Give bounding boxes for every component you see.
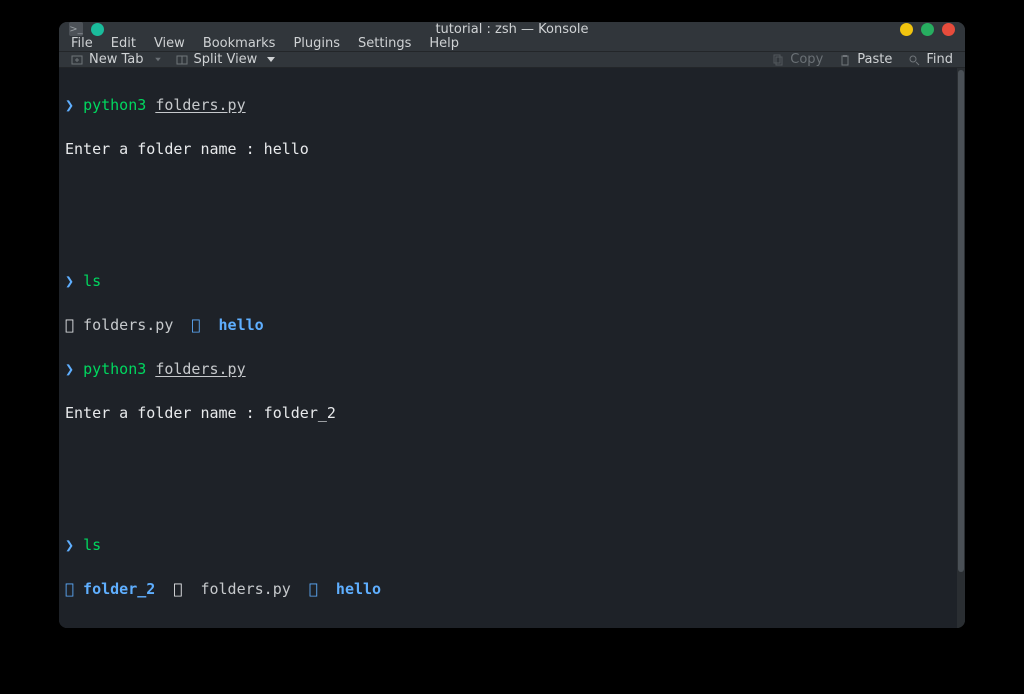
paste-icon bbox=[839, 54, 851, 66]
file-name: folders.py bbox=[191, 580, 299, 598]
minimize-button[interactable] bbox=[900, 23, 913, 36]
copy-label: Copy bbox=[790, 52, 823, 67]
window-title: tutorial : zsh — Konsole bbox=[59, 22, 965, 37]
dir-name: hello bbox=[327, 580, 381, 598]
menu-help[interactable]: Help bbox=[429, 36, 459, 51]
find-button[interactable]: Find bbox=[908, 52, 953, 67]
prompt-char: ❯ bbox=[65, 96, 74, 114]
paste-button[interactable]: Paste bbox=[839, 52, 892, 67]
scrollbar[interactable] bbox=[957, 68, 965, 628]
python-icon:  bbox=[164, 580, 191, 598]
menu-settings[interactable]: Settings bbox=[358, 36, 411, 51]
folder-icon:  bbox=[182, 316, 209, 334]
titlebar: >_ tutorial : zsh — Konsole bbox=[59, 22, 965, 36]
menu-file[interactable]: File bbox=[71, 36, 93, 51]
menu-view[interactable]: View bbox=[154, 36, 185, 51]
new-tab-icon bbox=[71, 54, 83, 66]
session-dot-icon bbox=[91, 23, 104, 36]
dir-name: hello bbox=[210, 316, 264, 334]
chevron-down-icon bbox=[155, 58, 161, 62]
cmd-arg: folders.py bbox=[155, 360, 245, 378]
prompt-char: ❯ bbox=[65, 536, 74, 554]
cmd-text: ls bbox=[83, 272, 101, 290]
cmd-text: python3 bbox=[83, 360, 146, 378]
prompt-char: ❯ bbox=[65, 272, 74, 290]
copy-button[interactable]: Copy bbox=[772, 52, 823, 67]
cmd-arg: folders.py bbox=[155, 96, 245, 114]
output-text: Enter a folder name : hello bbox=[65, 138, 951, 160]
maximize-button[interactable] bbox=[921, 23, 934, 36]
split-view-icon bbox=[176, 54, 188, 66]
close-button[interactable] bbox=[942, 23, 955, 36]
konsole-window: >_ tutorial : zsh — Konsole File Edit Vi… bbox=[59, 22, 965, 628]
menu-edit[interactable]: Edit bbox=[111, 36, 136, 51]
folder-icon:  bbox=[300, 580, 327, 598]
new-tab-button[interactable]: New Tab bbox=[71, 52, 162, 67]
folder-icon:  bbox=[65, 580, 74, 598]
scrollbar-thumb[interactable] bbox=[958, 70, 964, 572]
output-text: Enter a folder name : folder_2 bbox=[65, 402, 951, 424]
prompt-char: ❯ bbox=[65, 360, 74, 378]
menu-plugins[interactable]: Plugins bbox=[293, 36, 340, 51]
new-tab-label: New Tab bbox=[89, 52, 144, 67]
toolbar: New Tab Split View Copy Paste Find bbox=[59, 52, 965, 68]
menubar: File Edit View Bookmarks Plugins Setting… bbox=[59, 36, 965, 52]
terminal-wrapper: ❯ python3 folders.py Enter a folder name… bbox=[59, 68, 965, 628]
split-view-button[interactable]: Split View bbox=[176, 52, 276, 67]
split-view-label: Split View bbox=[194, 52, 258, 67]
paste-label: Paste bbox=[857, 52, 892, 67]
menu-bookmarks[interactable]: Bookmarks bbox=[203, 36, 276, 51]
copy-icon bbox=[772, 54, 784, 66]
terminal-app-icon: >_ bbox=[69, 22, 83, 36]
file-name: folders.py bbox=[74, 316, 182, 334]
terminal[interactable]: ❯ python3 folders.py Enter a folder name… bbox=[59, 68, 957, 628]
find-label: Find bbox=[926, 52, 953, 67]
find-icon bbox=[908, 54, 920, 66]
cmd-text: python3 bbox=[83, 96, 146, 114]
python-icon:  bbox=[65, 316, 74, 334]
dir-name: folder_2 bbox=[74, 580, 164, 598]
chevron-down-icon bbox=[267, 57, 275, 62]
cmd-text: ls bbox=[83, 536, 101, 554]
